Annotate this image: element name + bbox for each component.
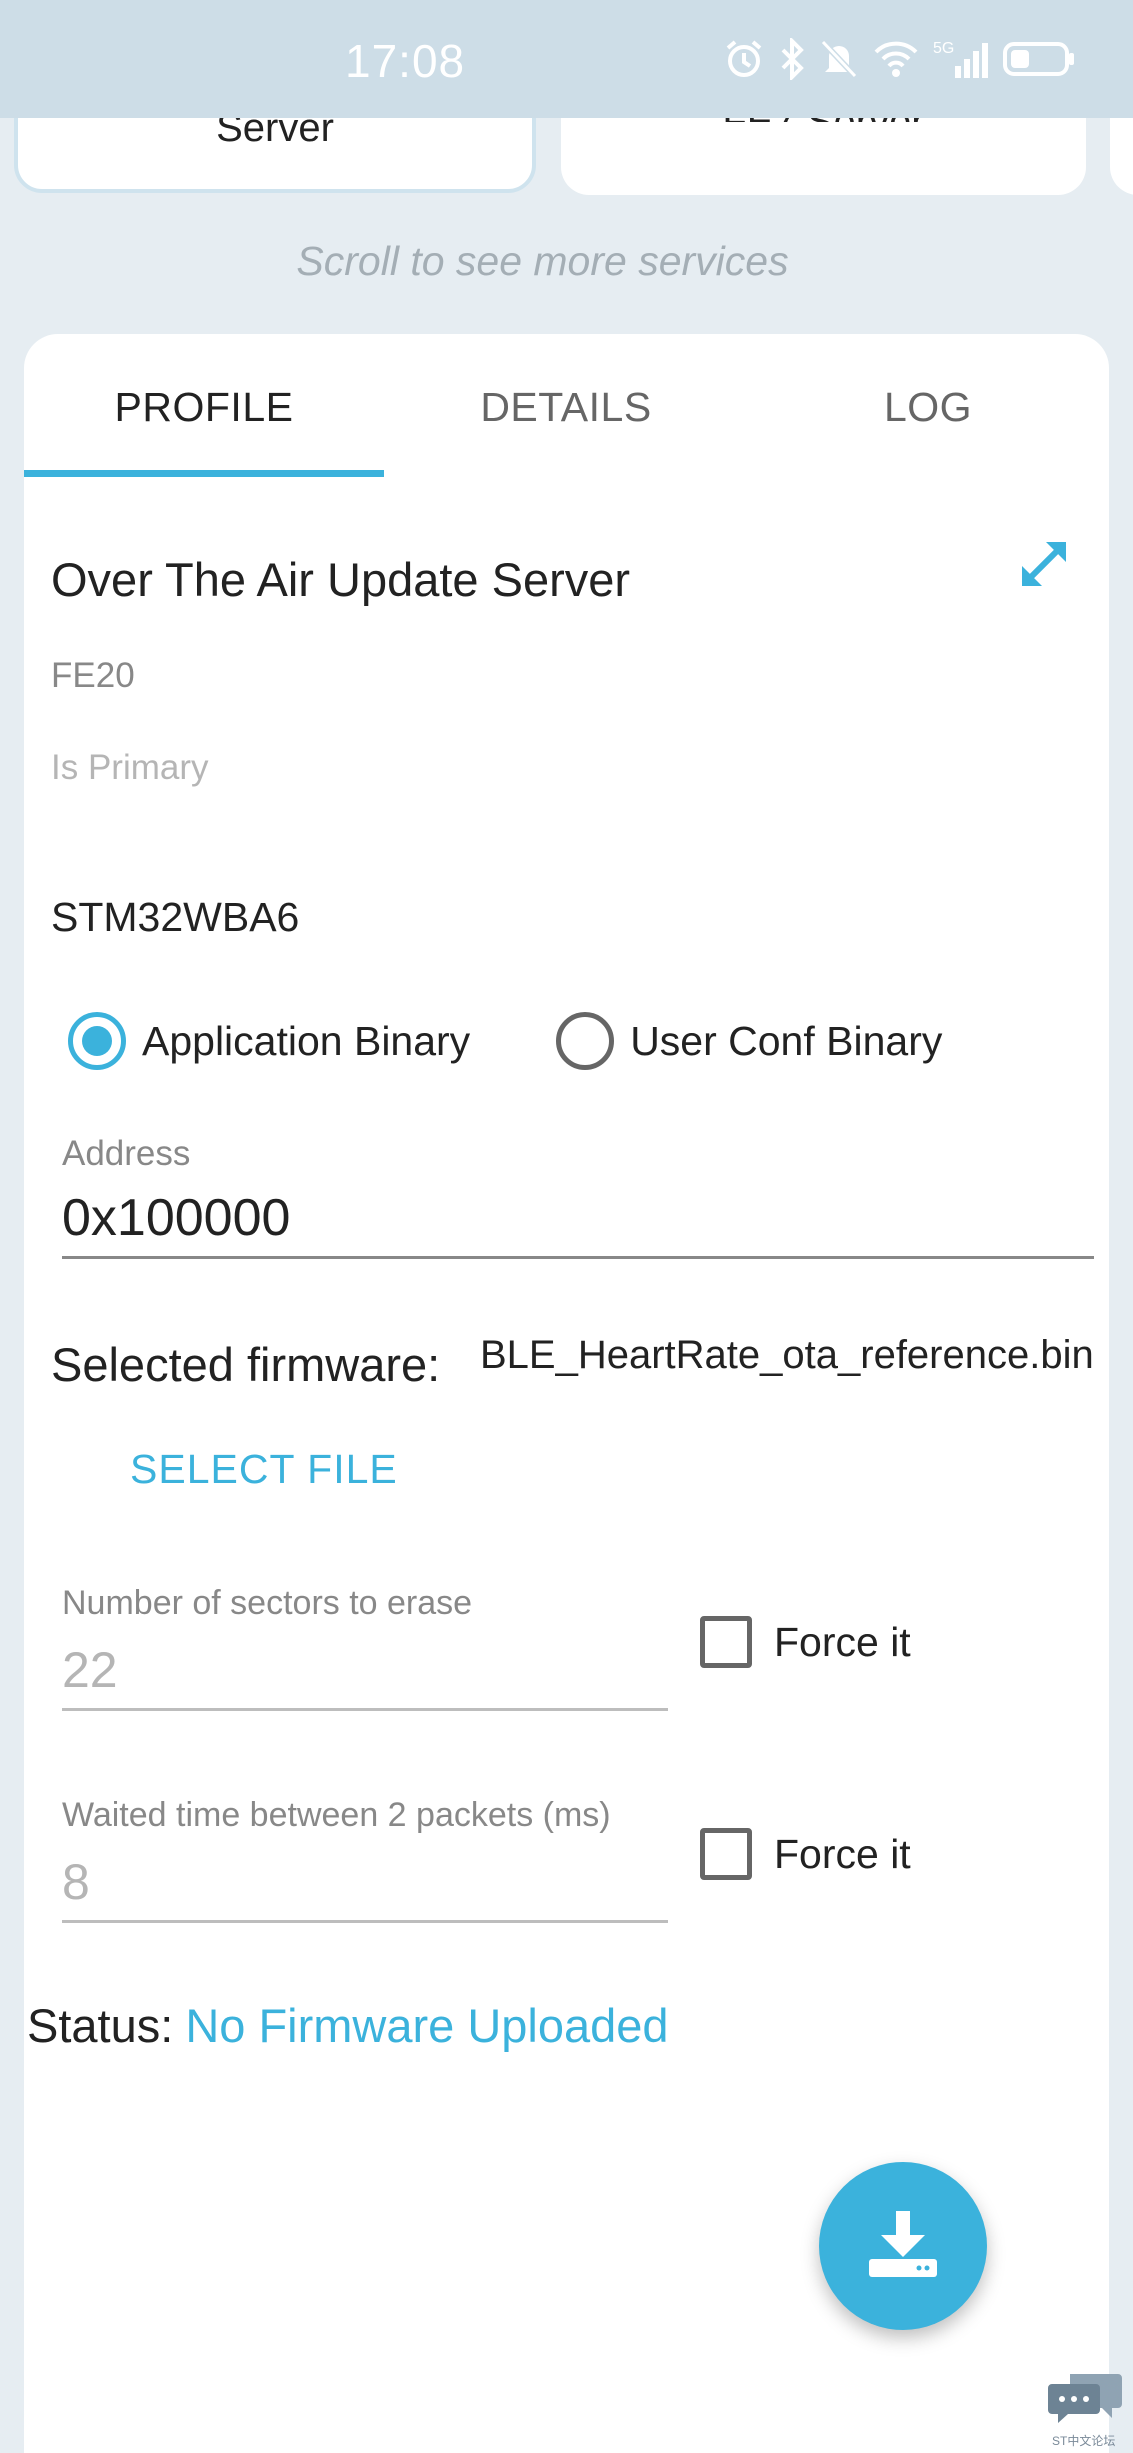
tab-indicator — [24, 470, 384, 477]
profile-panel: PROFILE DETAILS LOG Over The Air Update … — [24, 334, 1109, 2453]
is-primary-label: Is Primary — [51, 748, 209, 787]
signal-icon: 5G — [933, 38, 989, 85]
download-icon — [865, 2209, 941, 2284]
status-bar: 17:08 5G — [0, 0, 1133, 118]
select-file-button[interactable]: SELECT FILE — [130, 1446, 398, 1493]
tab-profile[interactable]: PROFILE — [24, 384, 384, 431]
status-label: Status: — [27, 1999, 174, 2052]
address-label: Address — [62, 1134, 191, 1173]
radio-label: User Conf Binary — [630, 1017, 943, 1064]
status-value: No Firmware Uploaded — [185, 1999, 669, 2052]
status-line: Status: No Firmware Uploaded — [27, 1998, 669, 2053]
address-input[interactable] — [62, 1179, 1094, 1259]
selected-firmware-value: BLE_HeartRate_ota_reference.bin — [480, 1333, 1094, 1377]
service-uuid: FE20 — [51, 656, 135, 695]
checkbox-unchecked-icon — [700, 1616, 752, 1668]
radio-application-binary[interactable]: Application Binary — [68, 1012, 470, 1070]
wifi-icon — [873, 38, 919, 85]
sectors-label: Number of sectors to erase — [62, 1584, 473, 1622]
bluetooth-icon — [779, 36, 805, 85]
status-time: 17:08 — [345, 35, 466, 87]
radio-user-conf-binary[interactable]: User Conf Binary — [556, 1012, 942, 1070]
alarm-icon — [723, 38, 765, 85]
upload-firmware-fab[interactable] — [819, 2162, 987, 2330]
mute-icon — [819, 38, 859, 85]
checkbox-label: Force it — [774, 1618, 911, 1665]
tab-details[interactable]: DETAILS — [386, 384, 746, 431]
network-type: 5G — [933, 40, 954, 57]
service-title: Over The Air Update Server — [51, 553, 631, 606]
selected-firmware-label: Selected firmware: — [51, 1338, 441, 1391]
status-icons: 5G — [723, 36, 1077, 85]
sectors-force-checkbox[interactable]: Force it — [700, 1616, 911, 1668]
expand-icon[interactable] — [1014, 534, 1074, 599]
checkbox-unchecked-icon — [700, 1828, 752, 1880]
sectors-input[interactable] — [62, 1631, 668, 1711]
checkbox-label: Force it — [774, 1830, 911, 1877]
wait-time-label: Waited time between 2 packets (ms) — [62, 1796, 611, 1834]
radio-label: Application Binary — [142, 1017, 471, 1064]
tab-log[interactable]: LOG — [748, 384, 1108, 431]
binary-type-radio-group: Application Binary User Conf Binary — [68, 1012, 942, 1070]
radio-selected-icon — [68, 1012, 126, 1070]
forum-chat-icon — [1048, 2368, 1124, 2433]
device-name: STM32WBA6 — [51, 894, 300, 940]
watermark-text: ST中文论坛 — [1052, 2434, 1116, 2448]
wait-time-input[interactable] — [62, 1843, 668, 1923]
battery-icon — [1003, 38, 1077, 85]
wait-time-force-checkbox[interactable]: Force it — [700, 1828, 911, 1880]
radio-unselected-icon — [556, 1012, 615, 1070]
scroll-hint: Scroll to see more services — [296, 238, 789, 284]
tab-bar: PROFILE DETAILS LOG — [24, 334, 1109, 478]
